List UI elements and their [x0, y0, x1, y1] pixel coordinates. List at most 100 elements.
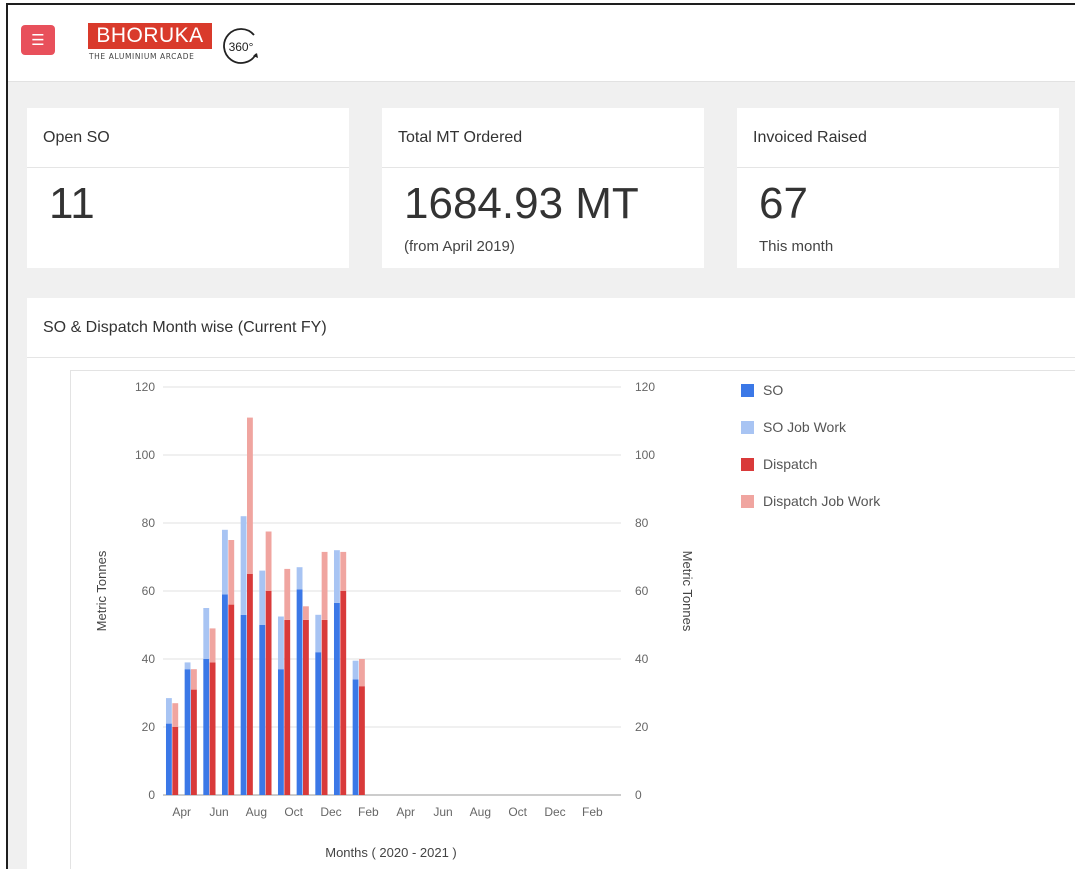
bar-so: [184, 669, 191, 795]
bar-so-job-work: [277, 616, 284, 670]
legend-swatch: [741, 384, 754, 397]
y-tick-label-right: 100: [635, 448, 655, 462]
card-title: Total MT Ordered: [382, 108, 704, 168]
card-note: This month: [759, 238, 834, 255]
legend-label: SO Job Work: [763, 419, 847, 435]
card-note: (from April 2019): [404, 238, 515, 255]
bar-so-job-work: [203, 608, 210, 659]
card-value: 11: [49, 179, 95, 228]
bhoruka-logo[interactable]: BHORUKA THE ALUMINIUM ARCADE 360°: [88, 23, 278, 71]
x-tick-label: Dec: [544, 805, 565, 819]
x-tick-label: Oct: [508, 805, 527, 819]
bar-dispatch-job-work: [340, 551, 347, 591]
legend-swatch: [741, 495, 754, 508]
x-tick-label: Apr: [396, 805, 415, 819]
x-tick-label: Dec: [320, 805, 341, 819]
y-tick-label: 120: [135, 380, 155, 394]
bar-dispatch: [172, 727, 179, 795]
bar-so-job-work: [352, 660, 359, 680]
total-mt-ordered-card: Total MT Ordered 1684.93 MT (from April …: [382, 108, 704, 268]
bar-dispatch-job-work: [359, 659, 365, 687]
bar-so-job-work: [184, 662, 191, 670]
top-navbar: ☰ BHORUKA THE ALUMINIUM ARCADE 360°: [8, 5, 1075, 82]
bar-dispatch: [265, 591, 272, 795]
bar-so-job-work: [333, 550, 340, 603]
logo-360-icon: 360°: [223, 28, 258, 64]
x-tick-label: Jun: [433, 805, 452, 819]
bar-dispatch: [247, 574, 253, 795]
legend-label: Dispatch: [763, 456, 817, 472]
bar-dispatch-job-work: [303, 606, 309, 620]
bar-so-job-work: [221, 529, 228, 595]
bar-so-job-work: [315, 614, 322, 653]
bar-dispatch: [284, 619, 291, 795]
so-dispatch-bar-chart: 0 0 20 20 40 40 60 60 80 80 100 100 120 120 Apr Jun Aug O…: [94, 380, 881, 860]
legend-swatch: [741, 458, 754, 471]
bar-so: [221, 594, 228, 795]
y-tick-label: 20: [142, 720, 156, 734]
x-axis-title: Months ( 2020 - 2021 ): [325, 845, 457, 860]
bar-dispatch-job-work: [247, 417, 253, 574]
bar-so: [165, 723, 172, 795]
y-tick-label-right: 20: [635, 720, 649, 734]
x-tick-label: Feb: [582, 805, 603, 819]
open-so-card: Open SO 11: [27, 108, 349, 268]
bar-so-job-work: [296, 567, 303, 590]
bar-so: [296, 589, 303, 795]
card-title: Open SO: [27, 108, 349, 168]
y-tick-label: 100: [135, 448, 155, 462]
chart-container: 0 0 20 20 40 40 60 60 80 80 100 100 120 120 Apr Jun Aug O…: [70, 370, 1075, 869]
app-window: ☰ BHORUKA THE ALUMINIUM ARCADE 360° Open…: [6, 3, 1075, 869]
hamburger-menu-button[interactable]: ☰: [21, 25, 55, 55]
bar-so: [352, 679, 359, 795]
bar-dispatch-job-work: [191, 669, 197, 690]
bar-dispatch-job-work: [228, 540, 235, 605]
logo-tagline: THE ALUMINIUM ARCADE: [89, 52, 195, 61]
y-axis-title: Metric Tonnes: [94, 550, 109, 631]
bar-so: [259, 625, 266, 795]
y-axis-title-right: Metric Tonnes: [680, 551, 695, 632]
bar-dispatch: [191, 689, 197, 795]
legend-swatch: [741, 421, 754, 434]
bar-dispatch: [340, 591, 347, 795]
x-tick-label: Apr: [172, 805, 191, 819]
y-tick-label-right: 40: [635, 652, 649, 666]
y-tick-label: 0: [148, 788, 155, 802]
bar-dispatch: [228, 604, 235, 795]
logo-wordmark: BHORUKA: [88, 23, 212, 49]
y-tick-label-right: 120: [635, 380, 655, 394]
bar-dispatch-job-work: [321, 551, 328, 620]
bar-so-job-work: [259, 570, 266, 625]
bar-dispatch: [303, 619, 309, 795]
bar-so: [333, 602, 340, 795]
so-dispatch-chart-panel: SO & Dispatch Month wise (Current FY) 00…: [27, 298, 1075, 869]
x-tick-label: Jun: [209, 805, 228, 819]
bar-dispatch: [321, 619, 328, 795]
bar-dispatch: [359, 686, 365, 795]
x-tick-label: Feb: [358, 805, 379, 819]
y-tick-label: 80: [142, 516, 156, 530]
bar-dispatch-job-work: [209, 628, 216, 663]
chart-panel-title: SO & Dispatch Month wise (Current FY): [27, 298, 1075, 358]
y-tick-label-right: 0: [635, 788, 642, 802]
bar-so: [203, 659, 210, 795]
y-tick-label-right: 80: [635, 516, 649, 530]
bar-dispatch-job-work: [265, 531, 272, 591]
x-tick-label: Aug: [470, 805, 491, 819]
bar-so: [240, 614, 247, 795]
legend-label: SO: [763, 382, 783, 398]
bar-so: [315, 652, 322, 795]
bar-dispatch-job-work: [284, 568, 291, 620]
logo-360-text: 360°: [229, 40, 254, 54]
bar-dispatch-job-work: [172, 703, 179, 727]
x-tick-label: Oct: [284, 805, 303, 819]
legend-label: Dispatch Job Work: [763, 493, 881, 509]
y-tick-label: 60: [142, 584, 156, 598]
hamburger-menu-icon: ☰: [31, 31, 45, 49]
card-value: 67: [759, 179, 808, 228]
card-value: 1684.93 MT: [404, 179, 639, 228]
y-tick-label-right: 60: [635, 584, 649, 598]
y-tick-label: 40: [142, 652, 156, 666]
bar-dispatch: [209, 662, 216, 795]
card-title: Invoiced Raised: [737, 108, 1059, 168]
